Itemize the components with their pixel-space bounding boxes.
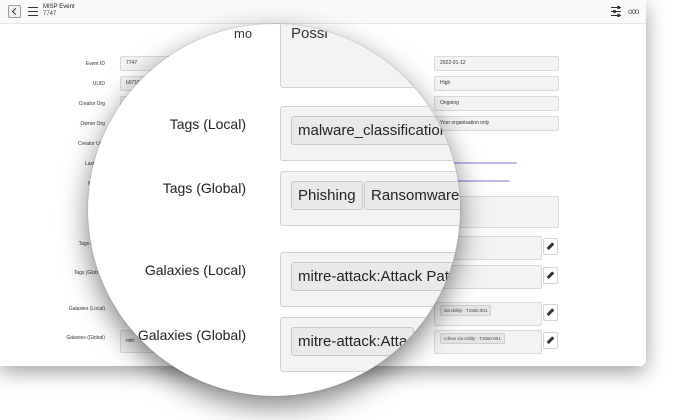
mag-tags-global-label: Tags (Global): [162, 180, 246, 196]
link-line[interactable]: [452, 162, 517, 164]
mag-galaxies-local-box: mitre-attack:Attack Patte: [280, 252, 460, 307]
mag-top-box: Possi: [280, 24, 460, 88]
pencil-icon: [546, 271, 554, 279]
mag-top-value: Possi: [291, 25, 328, 42]
uuid-label: UUID: [92, 81, 105, 87]
mag-galaxies-global-box: mitre-attack:Atta: [280, 317, 460, 372]
tag-pill[interactable]: Phishing: [291, 181, 363, 210]
tag-pill[interactable]: malware_classification: [291, 116, 456, 145]
mag-top-label: mo: [234, 26, 253, 41]
mag-galaxies-global-label: Galaxies (Global): [137, 327, 246, 343]
magnifier-lens: mo Possi Tags (Local) malware_classifica…: [88, 24, 460, 396]
edit-tags-global-button[interactable]: [543, 267, 558, 284]
pencil-icon: [546, 308, 554, 316]
tags-global-label: Tags (Glob: [73, 270, 98, 276]
galaxy-pill[interactable]: mitre-attack:Atta: [291, 327, 415, 356]
more-options-icon[interactable]: ooo: [628, 8, 639, 16]
window-subtitle: 7747: [43, 11, 57, 17]
creator-org-label: Creator Org: [78, 101, 105, 107]
filter-settings-icon[interactable]: [611, 6, 621, 17]
owner-org-label: Owner Org: [80, 121, 105, 127]
galaxies-local-label: Galaxies (Local): [68, 306, 105, 312]
galaxies-global-label: Galaxies (Global): [66, 335, 105, 341]
mag-tags-global-box: Phishing Ransomware: [280, 171, 460, 226]
mag-tags-local-label: Tags (Local): [169, 116, 246, 132]
window-title: MISP Event: [43, 4, 75, 10]
pencil-icon: [546, 336, 554, 344]
pencil-icon: [546, 242, 554, 250]
edit-galaxies-local-button[interactable]: [543, 304, 558, 321]
menu-icon[interactable]: [28, 7, 38, 16]
creator-user-label: Creator Use: [78, 141, 105, 147]
tags-local-label: Tags (L: [78, 241, 95, 247]
last-change-label: Last Cha: [84, 161, 105, 167]
event-id-label: Event ID: [85, 61, 105, 67]
tag-pill[interactable]: Ransomware: [364, 181, 460, 210]
mag-galaxies-local-label: Galaxies (Local): [144, 262, 246, 278]
top-bar: MISP Event 7747 ooo: [0, 0, 646, 24]
back-button[interactable]: [8, 5, 21, 18]
galaxy-pill[interactable]: mitre-attack:Attack Patte: [291, 262, 460, 291]
link-line[interactable]: [452, 180, 510, 182]
mag-tags-local-box: malware_classification: [280, 106, 460, 161]
edit-tags-local-button[interactable]: [543, 238, 558, 255]
edit-galaxies-global-button[interactable]: [543, 332, 558, 349]
